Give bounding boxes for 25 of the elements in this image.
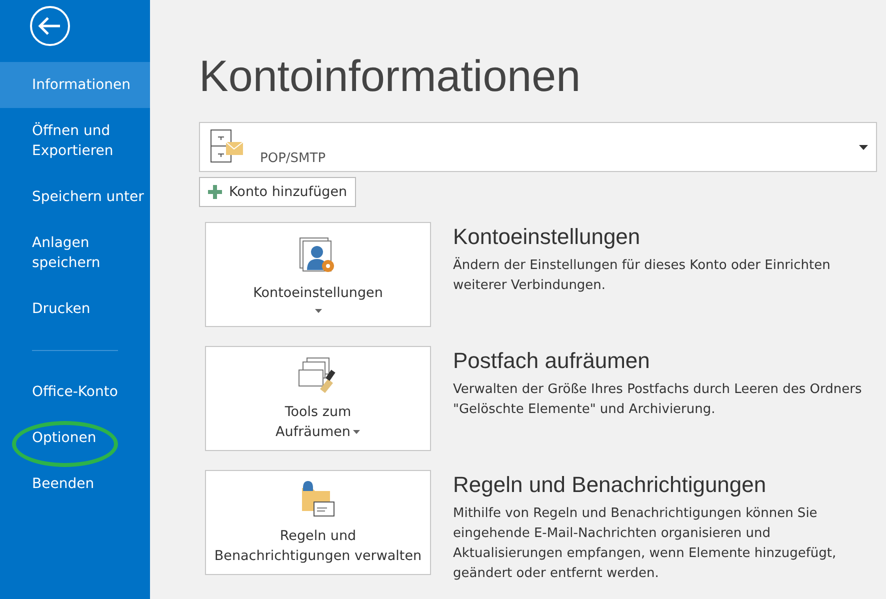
- sidebar-item[interactable]: Öffnen und Exportieren: [0, 108, 150, 174]
- action-button[interactable]: Kontoeinstellungen: [205, 222, 431, 327]
- account-dropdown[interactable]: POP/SMTP: [199, 122, 877, 172]
- mailbox-cabinet-icon: [210, 129, 244, 165]
- sidebar-item[interactable]: Anlagen speichern: [0, 220, 150, 286]
- back-icon[interactable]: [29, 5, 71, 47]
- action-button[interactable]: Tools zum Aufräumen: [205, 346, 431, 451]
- page-title: Kontoinformationen: [199, 52, 582, 102]
- sidebar-item[interactable]: Informationen: [0, 62, 150, 108]
- section-description: Mithilfe von Regeln und Benachrichtigungen können Sie eingehende E-Mail-Nachrichten organisieren und Aktualisierungen empfangen, wenn Elemente hinzugefügt, geändert oder entfernt werden.: [453, 505, 838, 583]
- section-description: Ändern der Einstellungen für dieses Konto oder Einrichten weiterer Verbindungen.: [453, 256, 832, 295]
- sidebar-item[interactable]: Optionen: [0, 415, 150, 461]
- section-heading: Postfach aufräumen: [453, 348, 651, 374]
- action-button[interactable]: Regeln und Benachrichtigungen verwalten: [205, 470, 431, 575]
- section-description: Verwalten der Größe Ihres Postfachs durch Leeren des Ordners "Gelöschte Elemente" und Archivierung.: [453, 381, 863, 419]
- plus-icon: [208, 185, 222, 199]
- envelope-stack-broom-icon: [298, 356, 338, 394]
- sidebar-item[interactable]: Beenden: [0, 461, 150, 507]
- sidebar-item[interactable]: Speichern unter: [0, 174, 150, 220]
- sidebar-item[interactable]: Drucken: [0, 286, 150, 332]
- dropdown-arrow-icon: [859, 145, 868, 150]
- section-heading: Kontoeinstellungen: [453, 224, 642, 250]
- add-account-button[interactable]: Konto hinzufügen: [199, 177, 356, 207]
- section-heading: Regeln und Benachrichtigungen: [453, 472, 768, 498]
- sidebar-item[interactable]: Office-Konto: [0, 369, 150, 415]
